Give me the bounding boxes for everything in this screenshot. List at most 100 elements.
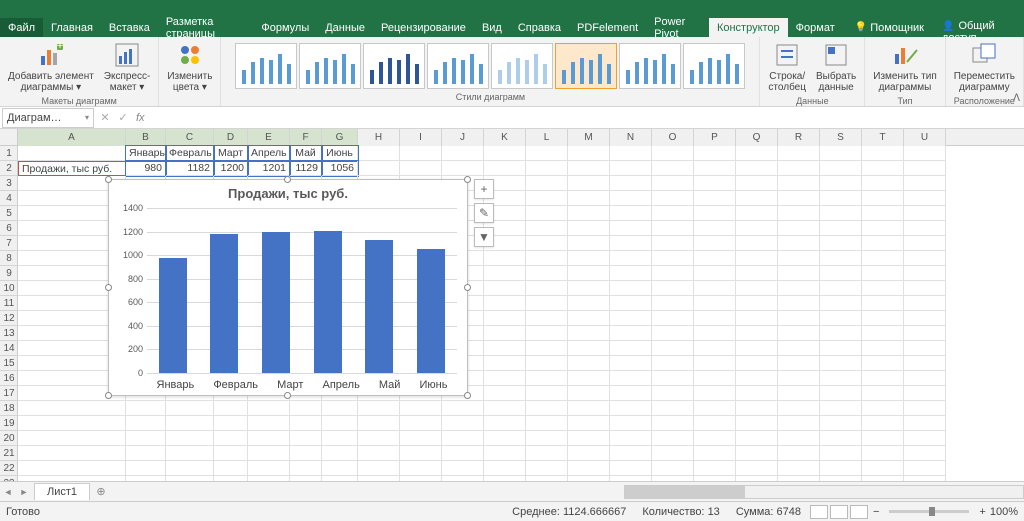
cell-K14[interactable]: [484, 341, 526, 356]
cell-H1[interactable]: [358, 146, 400, 161]
cell-E20[interactable]: [248, 431, 290, 446]
cell-P9[interactable]: [694, 266, 736, 281]
cell-O20[interactable]: [652, 431, 694, 446]
cell-I20[interactable]: [400, 431, 442, 446]
cell-L16[interactable]: [526, 371, 568, 386]
view-layout-button[interactable]: [830, 505, 848, 519]
col-head-I[interactable]: I: [400, 129, 442, 146]
cell-T19[interactable]: [862, 416, 904, 431]
cell-O7[interactable]: [652, 236, 694, 251]
col-head-S[interactable]: S: [820, 129, 862, 146]
cell-E19[interactable]: [248, 416, 290, 431]
cell-O12[interactable]: [652, 311, 694, 326]
cell-U7[interactable]: [904, 236, 946, 251]
cell-Q16[interactable]: [736, 371, 778, 386]
zoom-value[interactable]: 100%: [990, 506, 1018, 518]
cell-U12[interactable]: [904, 311, 946, 326]
cell-L11[interactable]: [526, 296, 568, 311]
cell-O2[interactable]: [652, 161, 694, 176]
cell-P5[interactable]: [694, 206, 736, 221]
cell-N12[interactable]: [610, 311, 652, 326]
cell-O4[interactable]: [652, 191, 694, 206]
cell-R18[interactable]: [778, 401, 820, 416]
cell-J19[interactable]: [442, 416, 484, 431]
cell-F1[interactable]: Май: [290, 146, 322, 161]
cell-U5[interactable]: [904, 206, 946, 221]
switch-row-col-button[interactable]: Строка/ столбец: [764, 39, 810, 95]
col-head-L[interactable]: L: [526, 129, 568, 146]
sheet-nav-next[interactable]: ►: [16, 487, 32, 497]
cell-T2[interactable]: [862, 161, 904, 176]
cell-C18[interactable]: [166, 401, 214, 416]
cell-D21[interactable]: [214, 446, 248, 461]
cell-T18[interactable]: [862, 401, 904, 416]
cell-L2[interactable]: [526, 161, 568, 176]
accept-formula-icon[interactable]: ✓: [114, 111, 132, 124]
cell-L21[interactable]: [526, 446, 568, 461]
cell-A22[interactable]: [18, 461, 126, 476]
add-sheet-button[interactable]: ⊕: [90, 485, 112, 498]
cell-M9[interactable]: [568, 266, 610, 281]
row-head-14[interactable]: 14: [0, 341, 18, 356]
cell-S7[interactable]: [820, 236, 862, 251]
col-head-J[interactable]: J: [442, 129, 484, 146]
cell-M5[interactable]: [568, 206, 610, 221]
cell-F2[interactable]: 1129: [290, 161, 322, 176]
cell-F20[interactable]: [290, 431, 322, 446]
cell-Q18[interactable]: [736, 401, 778, 416]
row-head-6[interactable]: 6: [0, 221, 18, 236]
tab-Рецензирование[interactable]: Рецензирование: [373, 18, 474, 37]
view-pagebreak-button[interactable]: [850, 505, 868, 519]
cell-L3[interactable]: [526, 176, 568, 191]
cell-H2[interactable]: [358, 161, 400, 176]
cell-R12[interactable]: [778, 311, 820, 326]
cell-U22[interactable]: [904, 461, 946, 476]
cell-F18[interactable]: [290, 401, 322, 416]
col-head-P[interactable]: P: [694, 129, 736, 146]
cell-N17[interactable]: [610, 386, 652, 401]
cell-T11[interactable]: [862, 296, 904, 311]
cell-O17[interactable]: [652, 386, 694, 401]
cell-S20[interactable]: [820, 431, 862, 446]
cell-H21[interactable]: [358, 446, 400, 461]
cell-T15[interactable]: [862, 356, 904, 371]
cell-N6[interactable]: [610, 221, 652, 236]
zoom-out-button[interactable]: −: [873, 506, 879, 518]
cell-R1[interactable]: [778, 146, 820, 161]
cell-H18[interactable]: [358, 401, 400, 416]
cell-G2[interactable]: 1056: [322, 161, 358, 176]
cell-S9[interactable]: [820, 266, 862, 281]
cell-K2[interactable]: [484, 161, 526, 176]
cell-K9[interactable]: [484, 266, 526, 281]
cell-U4[interactable]: [904, 191, 946, 206]
chart-style-1[interactable]: [235, 43, 297, 89]
cell-N19[interactable]: [610, 416, 652, 431]
cell-E21[interactable]: [248, 446, 290, 461]
cell-N5[interactable]: [610, 206, 652, 221]
row-head-4[interactable]: 4: [0, 191, 18, 206]
cell-N16[interactable]: [610, 371, 652, 386]
chart-style-7[interactable]: [619, 43, 681, 89]
cell-D18[interactable]: [214, 401, 248, 416]
tab-Разметка страницы[interactable]: Разметка страницы: [158, 18, 254, 37]
cell-K22[interactable]: [484, 461, 526, 476]
cell-M1[interactable]: [568, 146, 610, 161]
cell-D19[interactable]: [214, 416, 248, 431]
cell-B21[interactable]: [126, 446, 166, 461]
cell-S22[interactable]: [820, 461, 862, 476]
cell-G21[interactable]: [322, 446, 358, 461]
row-head-2[interactable]: 2: [0, 161, 18, 176]
cell-U20[interactable]: [904, 431, 946, 446]
cell-Q19[interactable]: [736, 416, 778, 431]
cell-S15[interactable]: [820, 356, 862, 371]
name-box[interactable]: Диаграм…▾: [2, 108, 94, 128]
cell-C2[interactable]: 1182: [166, 161, 214, 176]
chart-bar-Февраль[interactable]: [210, 234, 238, 373]
cell-U19[interactable]: [904, 416, 946, 431]
cell-C22[interactable]: [166, 461, 214, 476]
cell-R6[interactable]: [778, 221, 820, 236]
cell-P7[interactable]: [694, 236, 736, 251]
cell-G18[interactable]: [322, 401, 358, 416]
cell-Q11[interactable]: [736, 296, 778, 311]
cell-S2[interactable]: [820, 161, 862, 176]
